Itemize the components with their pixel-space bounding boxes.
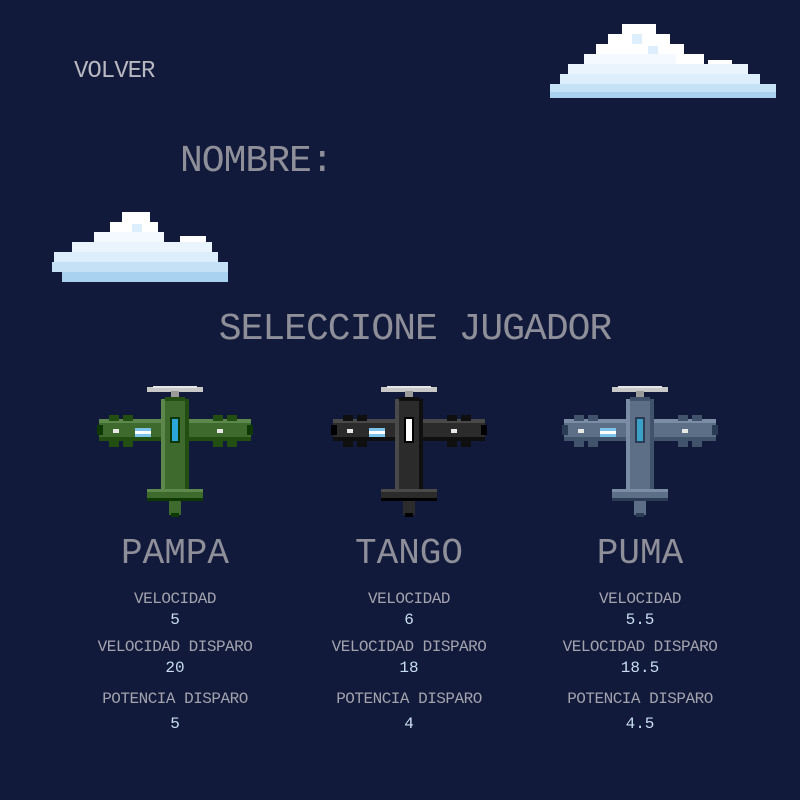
stat-value-fire-power: 5 bbox=[170, 715, 180, 733]
stat-label-fire-power: POTENCIA DISPARO bbox=[102, 690, 248, 708]
stat-value-fire-power: 4 bbox=[404, 715, 414, 733]
stat-value-speed: 5 bbox=[170, 611, 180, 629]
plane-icon bbox=[562, 386, 718, 517]
stat-label-fire-rate: VELOCIDAD DISPARO bbox=[562, 638, 718, 656]
player-card-tango[interactable]: TANGO VELOCIDAD 6 VELOCIDAD DISPARO 18 P… bbox=[294, 385, 524, 745]
player-name: PAMPA bbox=[120, 533, 230, 574]
stat-label-speed: VELOCIDAD bbox=[134, 590, 216, 608]
stat-label-fire-power: POTENCIA DISPARO bbox=[336, 690, 482, 708]
select-player-title: SELECCIONE JUGADOR bbox=[218, 308, 612, 351]
stat-value-speed: 6 bbox=[404, 611, 414, 629]
cloud-top-right bbox=[550, 24, 776, 98]
plane-pampa bbox=[95, 385, 255, 525]
player-name: TANGO bbox=[354, 533, 464, 574]
stat-value-fire-rate: 18.5 bbox=[620, 659, 660, 677]
stat-value-fire-power: 4.5 bbox=[625, 715, 655, 733]
stat-value-speed: 5.5 bbox=[625, 611, 655, 629]
stat-label-fire-rate: VELOCIDAD DISPARO bbox=[97, 638, 253, 656]
plane-icon bbox=[331, 386, 487, 517]
plane-puma bbox=[560, 385, 720, 525]
stat-label-speed: VELOCIDAD bbox=[368, 590, 450, 608]
name-label: NOMBRE: bbox=[180, 140, 334, 183]
stat-value-fire-rate: 20 bbox=[165, 659, 185, 677]
stat-label-fire-rate: VELOCIDAD DISPARO bbox=[331, 638, 487, 656]
stat-label-fire-power: POTENCIA DISPARO bbox=[567, 690, 713, 708]
plane-tango bbox=[329, 385, 489, 525]
back-button[interactable]: VOLVER bbox=[74, 58, 155, 85]
player-card-pampa[interactable]: PAMPA VELOCIDAD 5 VELOCIDAD DISPARO 20 P… bbox=[60, 385, 290, 745]
stat-label-speed: VELOCIDAD bbox=[599, 590, 681, 608]
player-name: PUMA bbox=[596, 533, 684, 574]
cloud-left bbox=[52, 212, 228, 282]
plane-icon bbox=[97, 386, 253, 517]
player-card-puma[interactable]: PUMA VELOCIDAD 5.5 VELOCIDAD DISPARO 18.… bbox=[525, 385, 755, 745]
stat-value-fire-rate: 18 bbox=[399, 659, 419, 677]
